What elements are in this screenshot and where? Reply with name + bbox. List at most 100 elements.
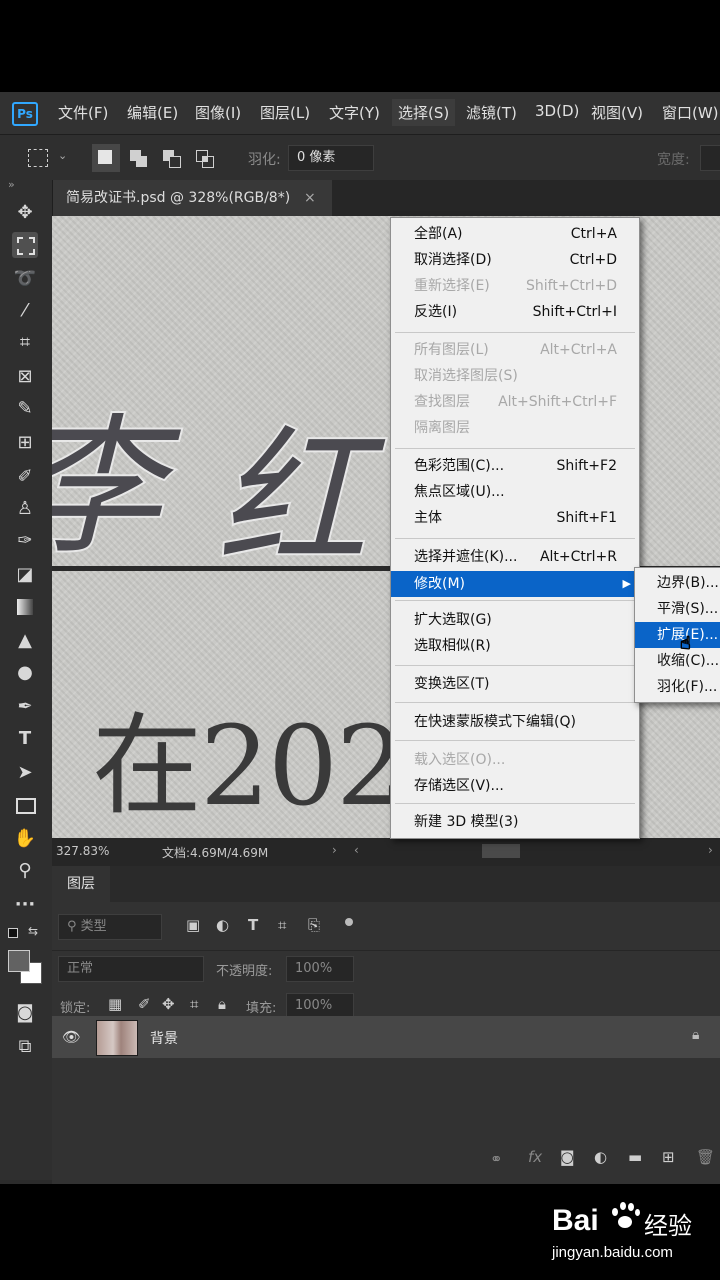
lock-position-icon[interactable]: ✥ <box>162 995 175 1013</box>
blend-mode-select[interactable]: 正常 <box>58 956 204 982</box>
layer-filter-select[interactable]: ⚲ 类型 <box>58 914 162 940</box>
submenu-item-feather[interactable]: 羽化(F)... <box>635 674 720 700</box>
menu-item-deselect[interactable]: 取消选择(D) Ctrl+D <box>391 247 639 273</box>
menu-item-select-all[interactable]: 全部(A) Ctrl+A <box>391 221 639 247</box>
menu-filter[interactable]: 滤镜(T) <box>466 102 517 123</box>
status-arrow-icon[interactable]: › <box>332 843 337 857</box>
new-layer-icon[interactable]: ⊞ <box>662 1148 675 1166</box>
menu-item-color-range[interactable]: 色彩范围(C)... Shift+F2 <box>391 453 639 479</box>
menu-image[interactable]: 图像(I) <box>195 102 241 123</box>
pixel-filter-icon[interactable]: ▣ <box>186 916 200 934</box>
submenu-item-smooth[interactable]: 平滑(S)... <box>635 596 720 622</box>
chevron-down-icon[interactable]: ⌄ <box>58 149 67 162</box>
menu-item-new-3d-model[interactable]: 新建 3D 模型(3) <box>391 809 639 835</box>
type-tool-icon[interactable]: T <box>12 726 38 752</box>
add-selection-icon[interactable] <box>130 150 148 168</box>
menu-item-load-selection[interactable]: 载入选区(O)... <box>391 747 639 773</box>
menu-item-similar[interactable]: 选取相似(R) <box>391 633 639 659</box>
marquee-preset-icon[interactable] <box>28 149 48 167</box>
menu-item-transform-selection[interactable]: 变换选区(T) <box>391 671 639 697</box>
delete-layer-icon[interactable]: 🗑︎ <box>696 1148 715 1166</box>
shape-filter-icon[interactable]: ⌗ <box>278 916 286 934</box>
menu-item-subject[interactable]: 主体 Shift+F1 <box>391 505 639 531</box>
menu-item-modify[interactable]: 修改(M) ▶ <box>391 571 639 597</box>
smart-object-filter-icon[interactable]: ⎘ <box>308 916 320 934</box>
filter-toggle-icon[interactable] <box>345 918 353 926</box>
scroll-left-icon[interactable]: ‹ <box>354 843 359 857</box>
frame-tool-icon[interactable]: ⊠ <box>12 364 38 390</box>
rectangular-marquee-tool-icon[interactable] <box>12 232 38 258</box>
zoom-tool-icon[interactable]: ⚲ <box>12 858 38 884</box>
lock-all-icon[interactable]: 🔒︎ <box>218 995 226 1013</box>
screen-mode-icon[interactable]: ⧉ <box>12 1034 38 1060</box>
adjustment-layer-icon[interactable]: ◐ <box>594 1148 607 1166</box>
menu-file[interactable]: 文件(F) <box>58 102 108 123</box>
menu-3d[interactable]: 3D(D) <box>535 102 579 120</box>
stamp-tool-icon[interactable]: ♙ <box>12 496 38 522</box>
menu-item-isolate-layers[interactable]: 隔离图层 <box>391 415 639 441</box>
width-input[interactable] <box>700 145 720 171</box>
history-brush-tool-icon[interactable]: ✑ <box>12 528 38 554</box>
subtract-selection-icon[interactable] <box>163 150 181 168</box>
submenu-item-expand[interactable]: 扩展(E)... <box>635 622 720 648</box>
document-tab[interactable]: 简易改证书.psd @ 328%(RGB/8*) × <box>52 180 332 216</box>
menu-select[interactable]: 选择(S) <box>392 99 456 126</box>
hand-tool-icon[interactable]: ✋ <box>12 826 38 852</box>
quick-mask-icon[interactable]: ◙ <box>12 1000 38 1026</box>
close-icon[interactable]: × <box>304 180 316 216</box>
rectangle-tool-icon[interactable] <box>12 792 38 818</box>
default-colors-icon[interactable] <box>8 928 18 938</box>
new-selection-icon[interactable] <box>98 150 112 164</box>
healing-brush-tool-icon[interactable]: ⊞ <box>12 430 38 456</box>
crop-tool-icon[interactable]: ⌗ <box>12 330 38 356</box>
menu-window[interactable]: 窗口(W) <box>662 102 719 123</box>
menu-type[interactable]: 文字(Y) <box>329 102 380 123</box>
lock-artboard-icon[interactable]: ⌗ <box>190 995 198 1013</box>
dodge-tool-icon[interactable]: ● <box>12 660 38 686</box>
foreground-color-swatch[interactable] <box>8 950 30 972</box>
layer-row-background[interactable]: 👁︎ 背景 🔒︎ <box>52 1016 720 1058</box>
opacity-input[interactable]: 100% <box>286 956 354 982</box>
more-tools-icon[interactable]: ··· <box>12 892 38 918</box>
feather-input[interactable]: 0 像素 <box>288 145 374 171</box>
path-selection-tool-icon[interactable]: ➤ <box>12 760 38 786</box>
menu-item-all-layers[interactable]: 所有图层(L) Alt+Ctrl+A <box>391 337 639 363</box>
layers-tab[interactable]: 图层 <box>52 866 110 902</box>
menu-item-focus-area[interactable]: 焦点区域(U)... <box>391 479 639 505</box>
zoom-level[interactable]: 327.83% <box>56 844 109 858</box>
submenu-item-contract[interactable]: 收缩(C)... <box>635 648 720 674</box>
menu-item-select-and-mask[interactable]: 选择并遮住(K)... Alt+Ctrl+R <box>391 544 639 570</box>
blur-tool-icon[interactable]: ▲ <box>12 628 38 654</box>
move-tool-icon[interactable]: ✥ <box>12 200 38 226</box>
eraser-tool-icon[interactable]: ◪ <box>12 562 38 588</box>
submenu-item-border[interactable]: 边界(B)... <box>635 570 720 596</box>
collapse-icon[interactable]: » <box>8 178 15 191</box>
fx-icon[interactable]: fx <box>528 1148 542 1166</box>
menu-item-reselect[interactable]: 重新选择(E) Shift+Ctrl+D <box>391 273 639 299</box>
add-mask-icon[interactable]: ◙ <box>560 1148 575 1166</box>
menu-layer[interactable]: 图层(L) <box>260 102 310 123</box>
menu-edit[interactable]: 编辑(E) <box>127 102 178 123</box>
intersect-selection-icon[interactable] <box>196 150 214 168</box>
scroll-right-icon[interactable]: › <box>708 843 713 857</box>
adjustment-filter-icon[interactable]: ◐ <box>216 916 229 934</box>
menu-item-inverse[interactable]: 反选(I) Shift+Ctrl+I <box>391 299 639 325</box>
gradient-tool-icon[interactable] <box>12 594 38 620</box>
menu-item-quick-mask[interactable]: 在快速蒙版模式下编辑(Q) <box>391 709 639 735</box>
menu-item-deselect-layers[interactable]: 取消选择图层(S) <box>391 363 639 389</box>
lock-pixels-icon[interactable]: ✐ <box>138 995 151 1013</box>
menu-view[interactable]: 视图(V) <box>591 102 643 123</box>
lasso-tool-icon[interactable]: ➰ <box>12 266 38 292</box>
lock-transparent-icon[interactable]: ▦ <box>108 995 122 1013</box>
visibility-eye-icon[interactable]: 👁︎ <box>62 1028 81 1046</box>
swap-colors-icon[interactable]: ⇆ <box>28 924 38 938</box>
brush-tool-icon[interactable]: ✐ <box>12 464 38 490</box>
eyedropper-tool-icon[interactable]: ✎ <box>12 396 38 422</box>
link-layers-icon[interactable]: ⚭ <box>490 1150 503 1168</box>
magic-wand-tool-icon[interactable]: ⁄ <box>12 298 38 324</box>
menu-item-save-selection[interactable]: 存储选区(V)... <box>391 773 639 799</box>
menu-item-grow[interactable]: 扩大选取(G) <box>391 607 639 633</box>
pen-tool-icon[interactable]: ✒ <box>12 694 38 720</box>
menu-item-find-layers[interactable]: 查找图层 Alt+Shift+Ctrl+F <box>391 389 639 415</box>
horizontal-scrollbar-thumb[interactable] <box>482 844 520 858</box>
